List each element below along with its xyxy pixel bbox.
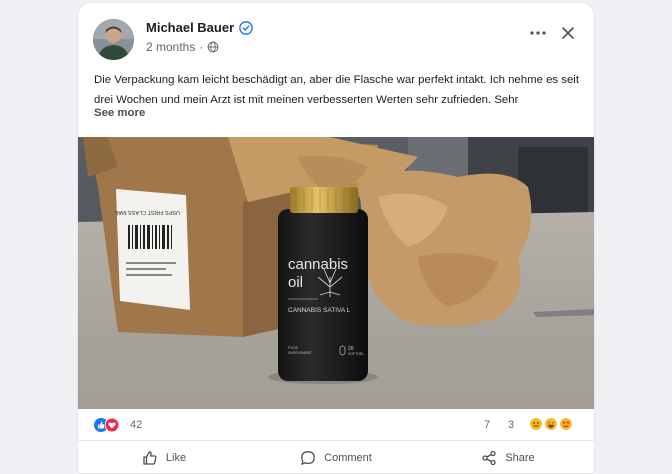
reaction-icons[interactable] <box>94 418 119 432</box>
emoji-reactions[interactable] <box>530 418 572 430</box>
like-label: Like <box>165 452 187 464</box>
post-meta: 2 months · <box>146 40 219 54</box>
like-button[interactable]: Like <box>78 441 250 473</box>
meta-separator: · <box>199 40 204 54</box>
thumbs-up-icon <box>143 451 157 465</box>
bottle-footer-2: SUPPLEMENT <box>288 351 313 355</box>
author-name[interactable]: Michael Bauer <box>146 20 234 35</box>
close-button[interactable] <box>558 23 578 43</box>
comment-bubble-icon <box>301 451 316 465</box>
laugh-emoji-icon <box>545 418 557 430</box>
post-actions-bar: Like Comment Share <box>78 441 594 473</box>
heart-eyes-emoji-icon <box>560 418 572 430</box>
bottle-text-2: oil <box>288 274 303 291</box>
reaction-count[interactable]: 42 <box>130 419 142 431</box>
comment-count[interactable]: 7 <box>484 419 490 431</box>
globe-icon <box>207 41 219 53</box>
avatar[interactable] <box>93 19 134 60</box>
verified-check-icon <box>239 20 253 35</box>
post-time[interactable]: 2 months <box>146 40 195 54</box>
share-count[interactable]: 3 <box>508 419 514 431</box>
share-label: Share <box>505 452 535 464</box>
box-label-text: USPS FIRST CLASS MAIL <box>114 209 180 215</box>
post-card: Michael Bauer 2 months · Die Verpackung … <box>77 2 595 474</box>
more-dots-icon <box>530 31 546 35</box>
share-icon <box>482 450 496 466</box>
see-more-link[interactable]: See more <box>94 107 145 119</box>
love-reaction-icon <box>105 418 119 432</box>
close-icon <box>562 27 574 39</box>
bottle-text-1: cannabis <box>288 256 348 273</box>
smile-emoji-icon <box>530 418 542 430</box>
comment-label: Comment <box>324 452 372 464</box>
bottle-footer-4: SOFTGEL <box>348 352 364 356</box>
post-photo[interactable]: USPS FIRST CLASS MAIL cannabis oil CANNA… <box>78 137 594 409</box>
bottle-subtitle: CANNABIS SATIVA L <box>288 307 351 314</box>
post-body-text: Die Verpackung kam leicht beschädigt an,… <box>94 74 579 106</box>
more-options-button[interactable] <box>528 25 548 41</box>
bottle-footer-1: FOOD <box>288 346 299 350</box>
reaction-counts-bar: 42 7 3 <box>78 409 594 441</box>
share-button[interactable]: Share <box>422 441 594 473</box>
post-header: Michael Bauer 2 months · <box>78 3 594 63</box>
author-row: Michael Bauer <box>146 20 253 35</box>
comment-button[interactable]: Comment <box>250 441 422 473</box>
